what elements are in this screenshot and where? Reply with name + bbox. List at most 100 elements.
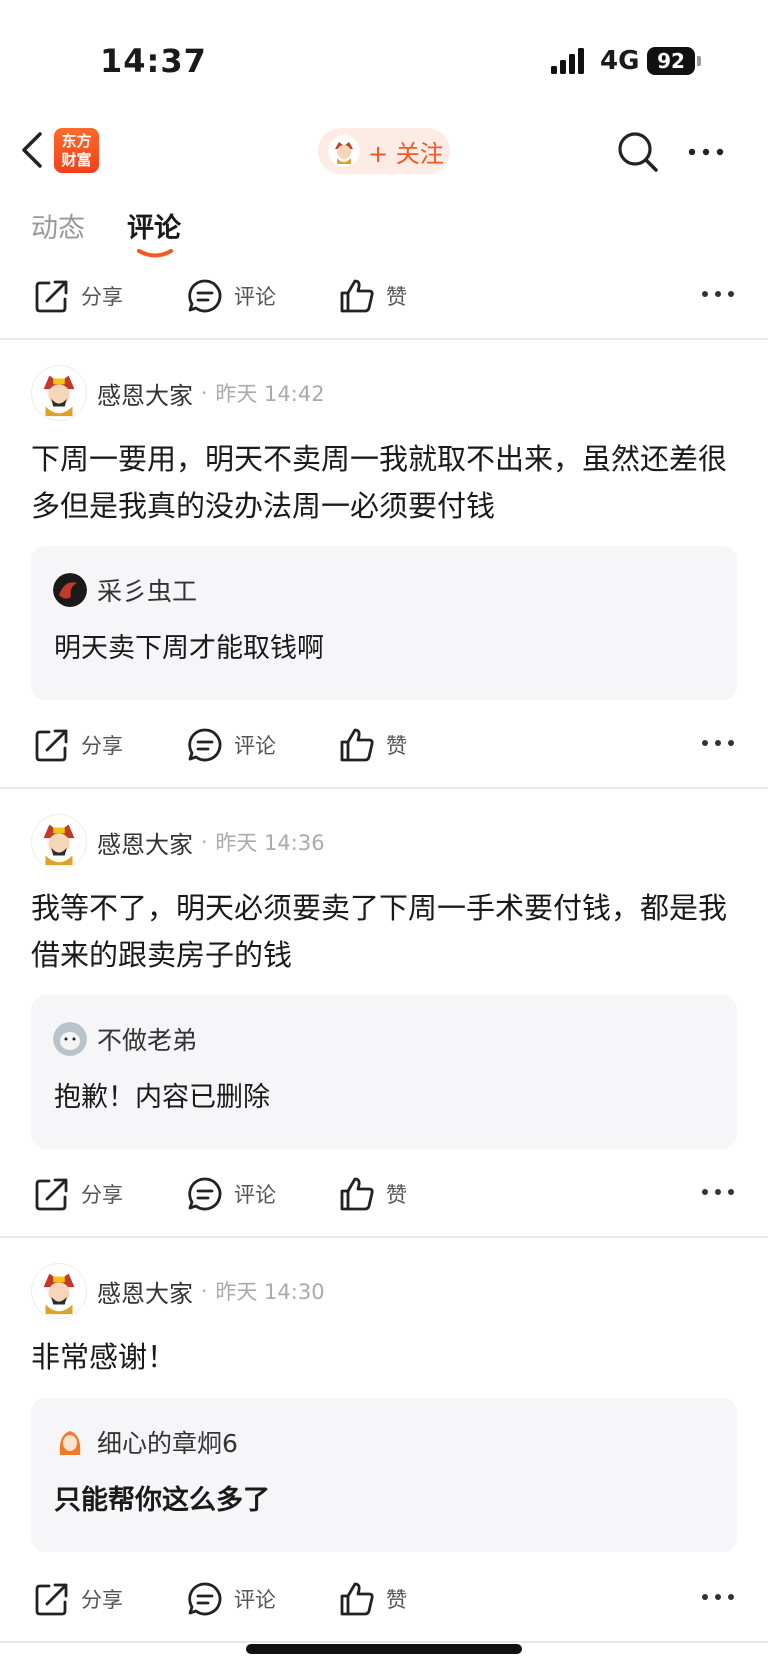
like-label: 赞 [386, 285, 407, 309]
comment-icon [188, 279, 222, 313]
home-indicator[interactable] [246, 1644, 522, 1654]
search-icon[interactable] [616, 130, 660, 174]
tab-dynamic[interactable]: 动态 [31, 206, 85, 245]
quote-text: 抱歉！内容已删除 [54, 1082, 270, 1113]
quoted-comment[interactable]: 细心的章炯6 只能帮你这么多了 [31, 1398, 737, 1552]
like-button[interactable]: 赞 [338, 1569, 407, 1629]
app-logo-line2: 财富 [61, 151, 92, 169]
user-avatar[interactable] [31, 1263, 87, 1319]
signal-icon [551, 48, 584, 74]
action-bar: 分享 评论 赞 [0, 1569, 768, 1629]
divider [0, 338, 768, 340]
post-time: 昨天 14:36 [215, 831, 325, 855]
back-chevron-icon[interactable] [20, 130, 44, 170]
nav-bar: 东方 财富 + 关注 [0, 118, 768, 182]
share-button[interactable]: 分享 [33, 1569, 123, 1629]
comment-icon [188, 1582, 222, 1616]
follow-button[interactable]: + 关注 [318, 128, 450, 174]
divider [0, 787, 768, 789]
like-button[interactable]: 赞 [338, 266, 407, 326]
post-header: 感恩大家 · 昨天 14:42 [31, 364, 325, 422]
share-icon [35, 1178, 68, 1211]
action-bar: 分享 评论 赞 [0, 715, 768, 775]
more-icon[interactable] [700, 288, 736, 300]
active-tab-indicator [137, 249, 173, 258]
action-bar: 分享 评论 赞 [0, 266, 768, 326]
mascot-avatar-icon [328, 135, 360, 167]
more-icon[interactable] [700, 1591, 736, 1603]
app-logo-line1: 东方 [61, 132, 92, 150]
quote-user-avatar [53, 1022, 87, 1056]
app-logo[interactable]: 东方 财富 [54, 128, 99, 173]
author-name[interactable]: 感恩大家 [97, 825, 193, 860]
quote-author: 不做老弟 [97, 1026, 198, 1055]
dot-separator: · [201, 381, 208, 405]
post-header: 感恩大家 · 昨天 14:30 [31, 1262, 325, 1320]
post-header: 感恩大家 · 昨天 14:36 [31, 813, 325, 871]
share-label: 分享 [81, 285, 123, 309]
tab-bar: 动态 评论 [0, 206, 768, 262]
comment-button[interactable]: 评论 [186, 1164, 276, 1224]
battery-icon: 92 [647, 47, 695, 75]
status-time: 14:37 [100, 42, 207, 80]
post-text[interactable]: 我等不了，明天必须要卖了下周一手术要付钱，都是我借来的跟卖房子的钱 [31, 885, 731, 979]
post-time: 昨天 14:42 [215, 382, 325, 406]
battery-tip [697, 56, 701, 66]
quote-header: 不做老弟 [53, 1021, 197, 1057]
like-label: 赞 [386, 1183, 407, 1207]
like-label: 赞 [386, 1588, 407, 1612]
network-type: 4G [600, 46, 640, 76]
post-text[interactable]: 非常感谢！ [31, 1334, 731, 1381]
quote-author: 细心的章炯6 [97, 1429, 238, 1458]
dot-separator: · [201, 1279, 208, 1303]
quote-header: 采彡虫工 [53, 572, 197, 608]
comment-button[interactable]: 评论 [186, 266, 276, 326]
dot-separator: · [201, 830, 208, 854]
thumbs-up-icon [340, 1582, 374, 1616]
quoted-comment[interactable]: 采彡虫工 明天卖下周才能取钱啊 [31, 546, 737, 700]
share-label: 分享 [81, 734, 123, 758]
quote-text: 明天卖下周才能取钱啊 [54, 633, 324, 664]
comment-label: 评论 [234, 734, 276, 758]
more-options-icon[interactable] [686, 146, 726, 158]
more-icon[interactable] [700, 1186, 736, 1198]
author-name[interactable]: 感恩大家 [97, 376, 193, 411]
share-label: 分享 [81, 1183, 123, 1207]
comment-icon [188, 728, 222, 762]
user-avatar[interactable] [31, 814, 87, 870]
thumbs-up-icon [340, 279, 374, 313]
comment-icon [188, 1177, 222, 1211]
action-bar: 分享 评论 赞 [0, 1164, 768, 1224]
quote-text: 只能帮你这么多了 [54, 1485, 270, 1516]
share-icon [35, 1583, 68, 1616]
comment-label: 评论 [234, 1588, 276, 1612]
quoted-comment[interactable]: 不做老弟 抱歉！内容已删除 [31, 995, 737, 1149]
like-button[interactable]: 赞 [338, 1164, 407, 1224]
share-icon [35, 729, 68, 762]
comment-label: 评论 [234, 1183, 276, 1207]
thumbs-up-icon [340, 1177, 374, 1211]
share-button[interactable]: 分享 [33, 715, 123, 775]
more-icon[interactable] [700, 737, 736, 749]
author-name[interactable]: 感恩大家 [97, 1274, 193, 1309]
share-icon [35, 280, 68, 313]
tab-comments[interactable]: 评论 [127, 206, 181, 245]
user-avatar[interactable] [31, 365, 87, 421]
quote-header: 细心的章炯6 [53, 1424, 238, 1460]
quote-user-avatar [53, 573, 87, 607]
quote-user-avatar [53, 1425, 87, 1459]
status-bar: 14:37 4G 92 [0, 0, 768, 120]
divider [0, 1236, 768, 1238]
share-label: 分享 [81, 1588, 123, 1612]
comment-label: 评论 [234, 285, 276, 309]
like-button[interactable]: 赞 [338, 715, 407, 775]
divider [0, 1641, 768, 1643]
quote-author: 采彡虫工 [97, 577, 198, 606]
comment-button[interactable]: 评论 [186, 715, 276, 775]
share-button[interactable]: 分享 [33, 1164, 123, 1224]
like-label: 赞 [386, 734, 407, 758]
comment-button[interactable]: 评论 [186, 1569, 276, 1629]
post-text[interactable]: 下周一要用，明天不卖周一我就取不出来，虽然还差很多但是我真的没办法周一必须要付钱 [31, 436, 731, 530]
thumbs-up-icon [340, 728, 374, 762]
share-button[interactable]: 分享 [33, 266, 123, 326]
